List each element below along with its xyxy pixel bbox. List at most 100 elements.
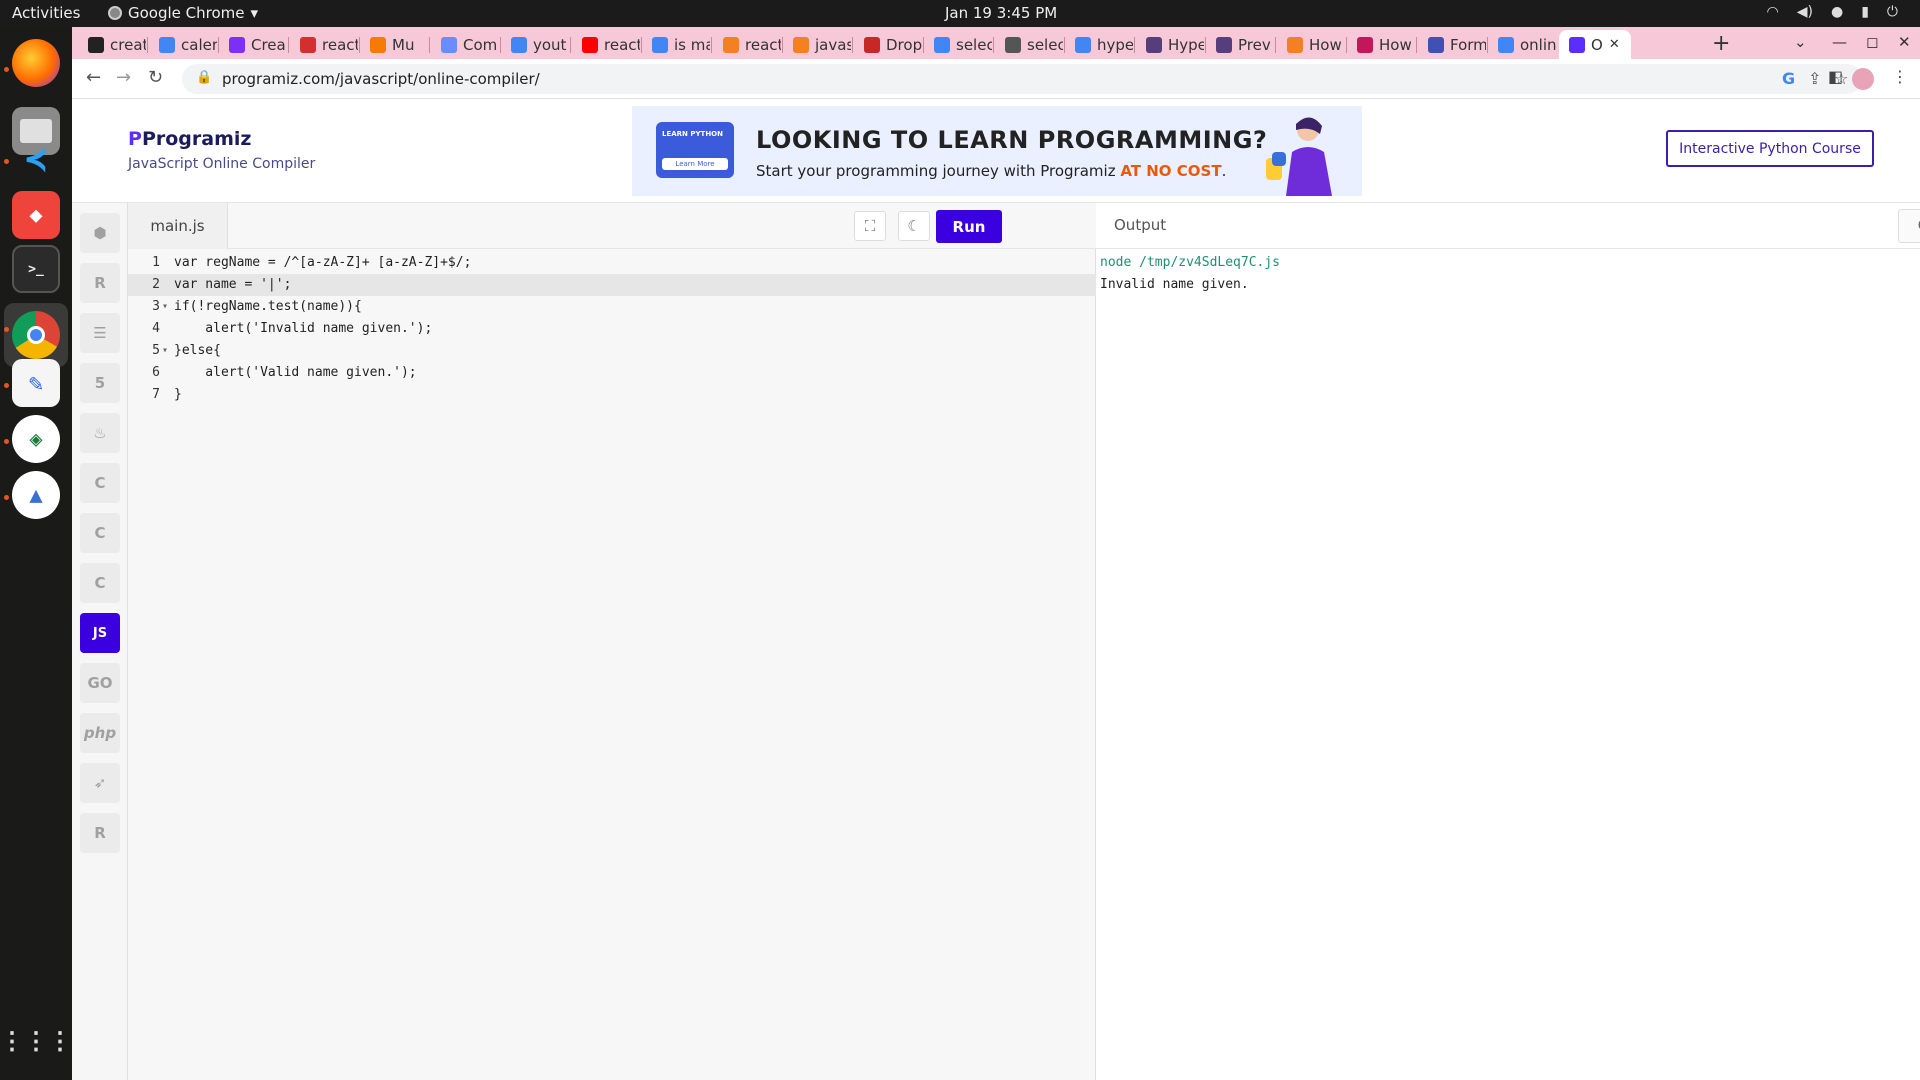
language-python-icon[interactable]: ⬢ — [80, 213, 120, 253]
tab-favicon-icon — [370, 36, 386, 53]
anydesk-icon[interactable]: ◆ — [12, 191, 60, 239]
terminal-icon[interactable]: >_ — [12, 245, 60, 293]
browser-tab[interactable]: Prev — [1206, 30, 1274, 59]
browser-tab[interactable]: is ma — [642, 30, 710, 59]
run-button[interactable]: Run — [936, 210, 1002, 243]
browser-tab[interactable]: react — [572, 30, 640, 59]
tab-title: Form — [1450, 35, 1486, 54]
browser-tab[interactable]: react — [290, 30, 358, 59]
google-lens-icon[interactable]: G — [1782, 69, 1795, 88]
language-csharp-icon[interactable]: C — [80, 563, 120, 603]
browser-tab[interactable]: caler — [149, 30, 217, 59]
tab-favicon-icon — [1005, 36, 1021, 53]
tab-title: caler — [181, 35, 217, 54]
code-line[interactable]: 4 alert('Invalid name given.'); — [128, 318, 1096, 340]
code-line[interactable]: 2 var name = '|'; — [128, 274, 1096, 296]
android-studio-icon[interactable]: ▲ — [12, 471, 60, 519]
language-php-icon[interactable]: php — [80, 713, 120, 753]
tab-search-icon[interactable]: ⌄ — [1794, 33, 1807, 51]
firefox-icon[interactable] — [12, 39, 60, 87]
side-panel-icon[interactable]: ◧ — [1828, 67, 1843, 86]
minimize-icon[interactable]: — — [1832, 33, 1847, 51]
browser-tab[interactable]: hype — [1065, 30, 1133, 59]
banner-headline: LOOKING TO LEARN PROGRAMMING? — [756, 126, 1268, 154]
page-subtitle: JavaScript Online Compiler — [128, 156, 316, 172]
browser-tab[interactable]: Mu — [360, 30, 428, 59]
tab-favicon-icon — [1075, 36, 1091, 53]
fullscreen-icon[interactable]: ⛶ — [854, 211, 886, 241]
activities-button[interactable]: Activities — [12, 4, 80, 22]
new-tab-icon[interactable]: + — [1712, 31, 1730, 56]
tab-favicon-icon — [723, 36, 739, 53]
tab-favicon-icon — [441, 36, 457, 53]
browser-tab[interactable]: Com — [431, 30, 499, 59]
app-menu[interactable]: Google Chrome ▾ — [108, 4, 258, 22]
code-line[interactable]: 1 var regName = /^[a-zA-Z]+ [a-zA-Z]+$/; — [128, 252, 1096, 274]
language-sql-icon[interactable]: ☰ — [80, 313, 120, 353]
tab-favicon-icon — [1357, 36, 1373, 53]
dark-mode-moon-icon[interactable]: ☾ — [898, 211, 930, 241]
browser-tab[interactable]: onlin — [1488, 30, 1556, 59]
learn-more-button[interactable]: Learn More — [662, 158, 728, 170]
system-tray[interactable]: ◠ ◀) ● ▮ ⏻ — [1767, 4, 1898, 20]
tab-title: O — [1591, 35, 1603, 54]
language-go-icon[interactable]: GO — [80, 663, 120, 703]
browser-tab[interactable]: How — [1277, 30, 1345, 59]
close-tab-icon[interactable]: ✕ — [1609, 37, 1620, 52]
show-applications-icon[interactable]: ⋮⋮⋮ — [0, 1017, 72, 1065]
language-c-icon[interactable]: C — [80, 463, 120, 503]
tab-separator — [429, 37, 430, 53]
fold-toggle-icon[interactable]: ▾ — [162, 296, 168, 318]
language-r-icon[interactable]: R — [80, 263, 120, 303]
browser-tab[interactable]: selec — [924, 30, 992, 59]
code-line[interactable]: 7} — [128, 384, 1096, 406]
clock[interactable]: Jan 19 3:45 PM — [945, 4, 1057, 22]
browser-tab[interactable]: Crea — [219, 30, 287, 59]
browser-tab[interactable]: react — [713, 30, 781, 59]
code-line[interactable]: 5 ▾}else{ — [128, 340, 1096, 362]
toolbar: ← → ↻ 🔒 programiz.com/javascript/online-… — [72, 59, 1920, 99]
language-cplusplus-icon[interactable]: C — [80, 513, 120, 553]
output-console[interactable]: node /tmp/zv4SdLeq7C.js Invalid name giv… — [1100, 252, 1280, 296]
language-html-icon[interactable]: 5 — [80, 363, 120, 403]
text-editor-icon[interactable]: ✎ — [12, 359, 60, 407]
language-swift-icon[interactable]: ➶ — [80, 763, 120, 803]
browser-tab[interactable]: creat — [78, 30, 146, 59]
reload-icon[interactable]: ↻ — [148, 67, 163, 88]
remmina-icon[interactable]: ◈ — [12, 415, 60, 463]
editor-toolbar: main.js ⛶ ☾ Run — [128, 203, 1096, 249]
browser-tab[interactable]: Drop — [854, 30, 922, 59]
menu-kebab-icon[interactable]: ⋮ — [1892, 67, 1908, 86]
address-bar[interactable]: 🔒 programiz.com/javascript/online-compil… — [182, 64, 1862, 94]
maximize-icon[interactable]: ◻ — [1866, 33, 1878, 51]
chrome-icon[interactable] — [12, 311, 60, 359]
programiz-logo[interactable]: PProgramiz — [128, 128, 251, 150]
fold-toggle-icon[interactable]: ▾ — [162, 340, 168, 362]
browser-tab[interactable]: Hype — [1136, 30, 1204, 59]
browser-tab[interactable]: How — [1347, 30, 1415, 59]
line-number: 2 — [152, 277, 160, 292]
browser-tab-active[interactable]: O ✕ — [1559, 30, 1631, 59]
back-icon[interactable]: ← — [86, 67, 101, 88]
tab-separator — [711, 37, 712, 53]
profile-avatar[interactable] — [1852, 68, 1874, 90]
forward-icon[interactable]: → — [116, 67, 131, 88]
browser-tab[interactable]: javas — [783, 30, 851, 59]
close-window-icon[interactable]: ✕ — [1898, 33, 1911, 51]
code-line[interactable]: 3 ▾ if(!regName.test(name)){ — [128, 296, 1096, 318]
language-js-icon[interactable]: JS — [80, 613, 120, 653]
interactive-python-course-button[interactable]: Interactive Python Course — [1666, 130, 1874, 167]
ad-banner[interactable]: LEARN PYTHON Learn More LOOKING TO LEARN… — [632, 106, 1362, 196]
file-tab[interactable]: main.js — [128, 203, 228, 249]
browser-tab[interactable]: Form — [1418, 30, 1486, 59]
vscode-icon[interactable]: ≺ — [12, 135, 60, 183]
share-icon[interactable]: ⇪ — [1808, 69, 1821, 88]
clear-button[interactable]: Clear — [1898, 209, 1920, 243]
output-panel: Output Clear node /tmp/zv4SdLeq7C.js Inv… — [1096, 203, 1920, 1080]
browser-tab[interactable]: selec — [995, 30, 1063, 59]
language-rust-icon[interactable]: R — [80, 813, 120, 853]
code-area[interactable]: 1 var regName = /^[a-zA-Z]+ [a-zA-Z]+$/; 2… — [128, 252, 1096, 406]
browser-tab[interactable]: yout — [501, 30, 569, 59]
code-line[interactable]: 6 alert('Valid name given.'); — [128, 362, 1096, 384]
language-java-icon[interactable]: ♨ — [80, 413, 120, 453]
